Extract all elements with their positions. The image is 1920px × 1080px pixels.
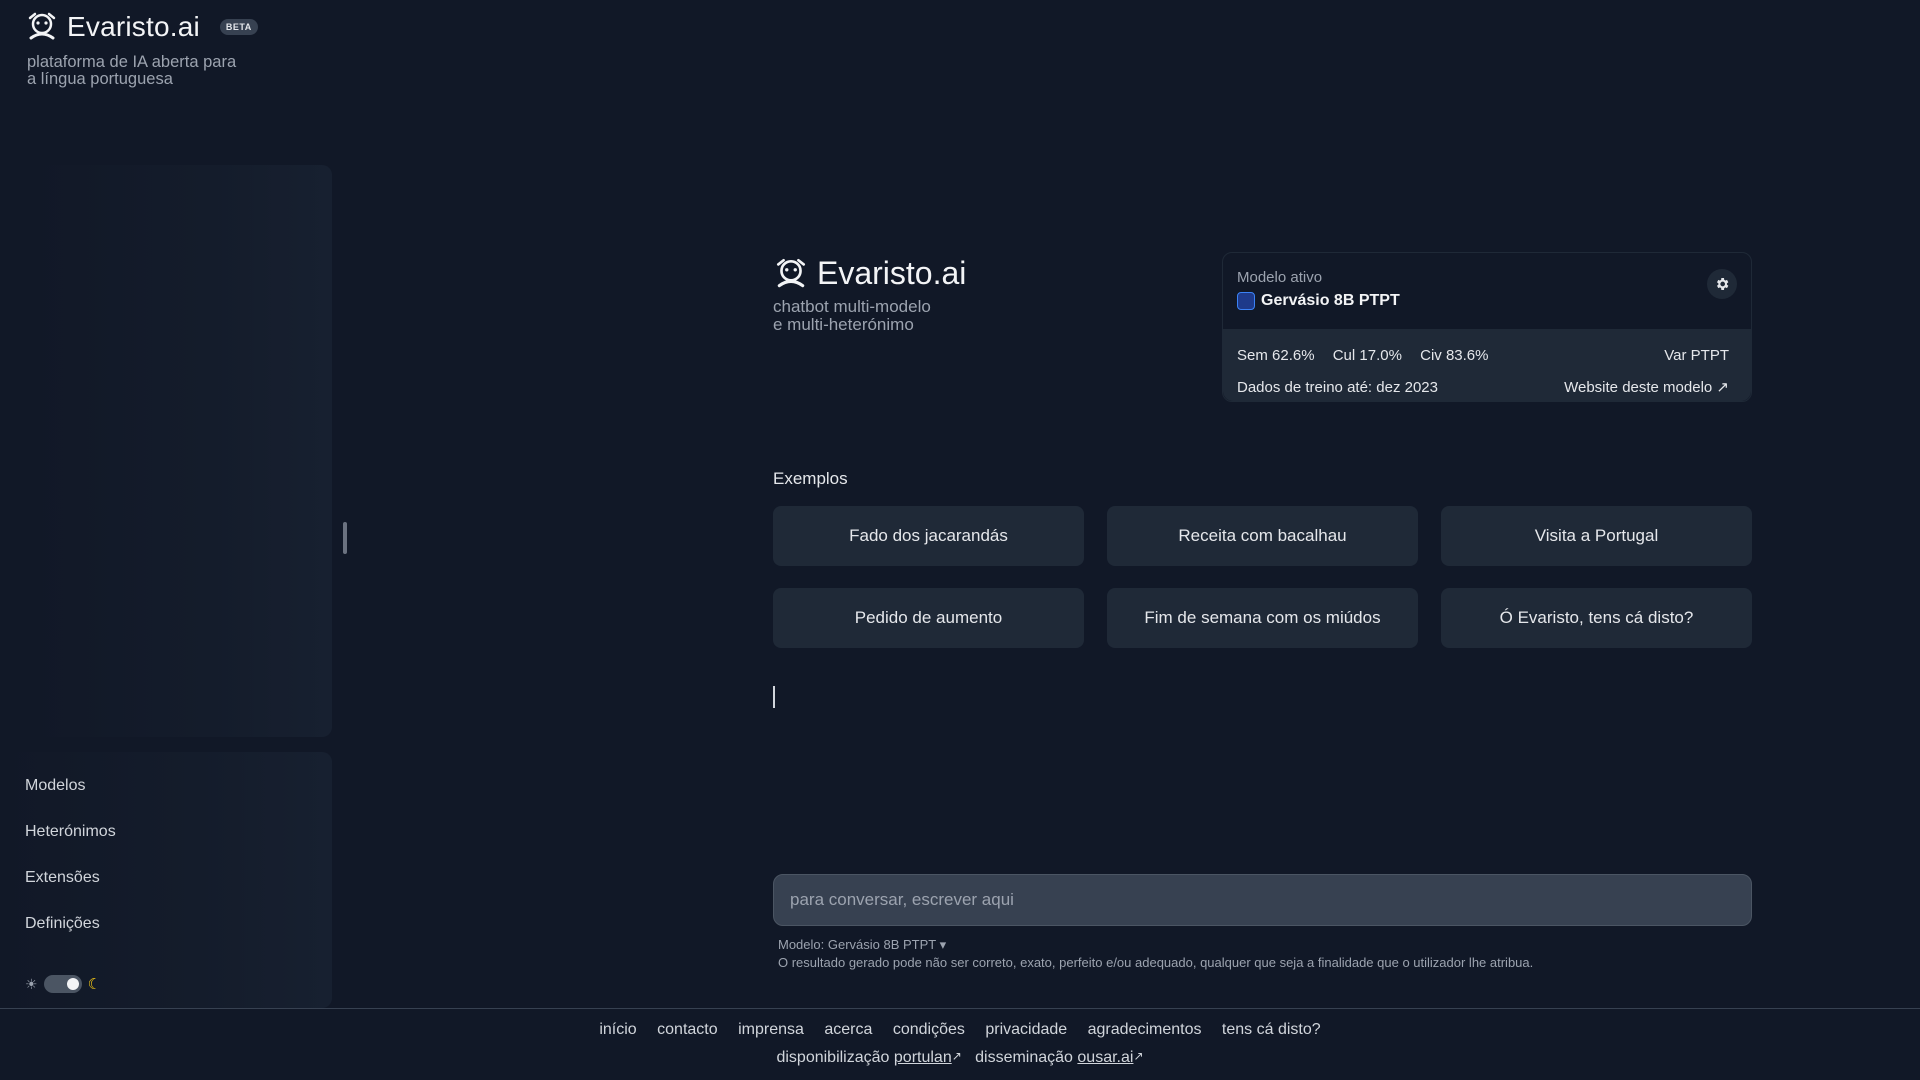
chat-input[interactable] (773, 874, 1752, 926)
footer: início contacto imprensa acerca condiçõe… (0, 1008, 1920, 1080)
sidebar-resize-handle[interactable] (343, 522, 347, 554)
footer-credits: disponibilização portulan↗ disseminação … (0, 1049, 1920, 1067)
example-button[interactable]: Fim de semana com os miúdos (1107, 588, 1418, 648)
credit-prefix-disponibilizacao: disponibilização (776, 1049, 890, 1066)
footer-link-contacto[interactable]: contacto (657, 1021, 717, 1038)
brand-name: Evaristo.ai (67, 11, 200, 42)
footer-link-privacidade[interactable]: privacidade (985, 1021, 1067, 1038)
hero-subtitle: chatbot multi-modelo e multi-heterónimo (773, 298, 1013, 334)
sidebar-item-heteronimos[interactable]: Heterónimos (25, 816, 116, 862)
evaristo-mascot-icon (28, 12, 56, 40)
footer-link-agradecimentos[interactable]: agradecimentos (1088, 1021, 1202, 1038)
model-selector-dropdown[interactable]: Modelo: Gervásio 8B PTPT ▾ (778, 936, 1533, 954)
external-link-icon: ↗ (1133, 1049, 1144, 1063)
brand-tagline: plataforma de IA aberta para a língua po… (27, 54, 267, 88)
footer-link-inicio[interactable]: início (599, 1021, 636, 1038)
footer-link-acerca[interactable]: acerca (824, 1021, 872, 1038)
theme-toggle[interactable]: ☀ ☾ (25, 975, 101, 993)
training-data-date: Dados de treino até: dez 2023 (1237, 378, 1438, 396)
footer-links: início contacto imprensa acerca condiçõe… (0, 1021, 1920, 1039)
evaristo-mascot-icon (776, 258, 806, 287)
beta-badge: BETA (219, 19, 258, 35)
external-link-icon: ↗ (951, 1049, 962, 1063)
sun-icon: ☀ (25, 975, 38, 992)
example-button[interactable]: Pedido de aumento (773, 588, 1084, 648)
metric-cul: Cul 17.0% (1332, 346, 1402, 364)
credit-prefix-disseminacao: disseminação (975, 1049, 1073, 1066)
sidebar-item-definicoes[interactable]: Definições (25, 908, 116, 954)
active-model-name: Gervásio 8B PTPT (1261, 292, 1400, 309)
theme-switch[interactable] (43, 975, 82, 993)
chat-input-meta: Modelo: Gervásio 8B PTPT ▾ O resultado g… (778, 936, 1533, 972)
chat-history-panel (30, 165, 332, 737)
active-model-card: Modelo ativo Gervásio 8B PTPT Sem 62.6% … (1222, 252, 1752, 402)
examples-grid: Fado dos jacarandás Receita com bacalhau… (773, 506, 1752, 648)
switch-knob (66, 978, 79, 990)
tagline-line-1: plataforma de IA aberta para (27, 53, 237, 71)
hero-title: Evaristo.ai (817, 255, 967, 291)
model-website-link[interactable]: Website deste modelo ↗ (1564, 378, 1729, 396)
footer-link-imprensa[interactable]: imprensa (738, 1021, 804, 1038)
sidebar-item-extensoes[interactable]: Extensões (25, 862, 116, 908)
text-caret (773, 686, 775, 708)
tagline-line-2: a língua portuguesa (27, 70, 173, 88)
gear-icon (1717, 278, 1729, 290)
example-button[interactable]: Visita a Portugal (1441, 506, 1752, 566)
hero-subtitle-line-2: e multi-heterónimo (773, 315, 914, 334)
footer-link-tens-ca-disto[interactable]: tens cá disto? (1222, 1021, 1321, 1038)
metric-sem: Sem 62.6% (1237, 346, 1315, 364)
ousar-link[interactable]: ousar.ai (1077, 1049, 1133, 1066)
example-button[interactable]: Receita com bacalhau (1107, 506, 1418, 566)
example-button[interactable]: Ó Evaristo, tens cá disto? (1441, 588, 1752, 648)
active-model-label: Modelo ativo (1237, 269, 1323, 286)
footer-link-condicoes[interactable]: condições (893, 1021, 965, 1038)
model-settings-button[interactable] (1707, 269, 1737, 299)
examples-heading: Exemplos (773, 469, 848, 488)
model-flag-icon (1237, 292, 1255, 310)
hero-subtitle-line-1: chatbot multi-modelo (773, 297, 931, 316)
example-button[interactable]: Fado dos jacarandás (773, 506, 1084, 566)
hero: Evaristo.ai chatbot multi-modelo e multi… (773, 255, 1013, 334)
moon-icon: ☾ (87, 976, 102, 993)
sidebar-nav: Modelos Heterónimos Extensões Definições (25, 770, 116, 954)
disclaimer-text: O resultado gerado pode não ser correto,… (778, 955, 1534, 970)
brand-header[interactable]: Evaristo.ai BETA (25, 10, 258, 44)
metric-civ: Civ 83.6% (1420, 346, 1489, 364)
model-variant: Var PTPT (1664, 346, 1729, 364)
sidebar-item-modelos[interactable]: Modelos (25, 770, 116, 816)
portulan-link[interactable]: portulan (894, 1049, 952, 1066)
